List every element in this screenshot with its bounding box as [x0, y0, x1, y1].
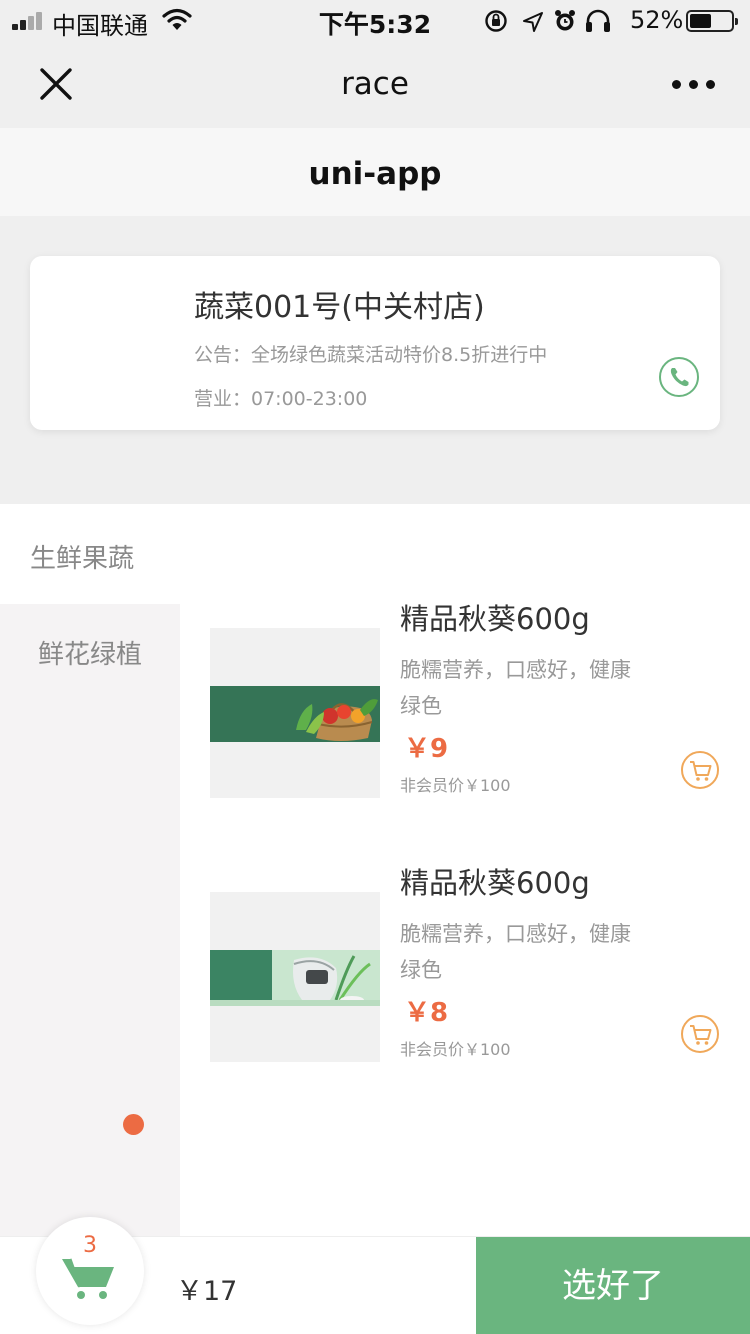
- promo-banner-appliance: [210, 950, 380, 1006]
- cart-icon: [62, 1258, 114, 1299]
- shop-notice: 公告：全场绿色蔬菜活动特价8.5折进行中: [194, 344, 548, 366]
- product-name: 精品秋葵600g: [400, 866, 590, 900]
- cart-button[interactable]: 3: [36, 1217, 144, 1325]
- product-price: ￥8: [404, 998, 449, 1028]
- product-description: 脆糯营养，口感好，健康绿色: [400, 922, 631, 982]
- category-badge-dot: [123, 1114, 144, 1135]
- more-icon[interactable]: [672, 80, 716, 90]
- checkout-bar: 3 ￥17 选好了: [0, 1217, 750, 1334]
- app-header: uni-app: [0, 128, 750, 216]
- add-to-cart-icon[interactable]: [680, 1014, 720, 1054]
- phone-icon[interactable]: [658, 356, 700, 398]
- shop-name: 蔬菜001号(中关村店): [194, 290, 485, 325]
- shop-hours: 营业：07:00-23:00: [194, 388, 368, 410]
- shop-card: 蔬菜001号(中关村店) 公告：全场绿色蔬菜活动特价8.5折进行中 营业：07:…: [30, 256, 720, 430]
- battery-icon: [686, 10, 738, 32]
- product-price: ￥9: [404, 734, 449, 764]
- product-list: 精品秋葵600g 脆糯营养，口感好，健康绿色 ￥9 非会员价￥100 精品秋葵6…: [180, 504, 750, 1236]
- battery-percent: 52%: [630, 6, 684, 34]
- location-icon: [523, 12, 543, 32]
- checkout-button[interactable]: 选好了: [476, 1237, 750, 1334]
- product-item[interactable]: 精品秋葵600g 脆糯营养，口感好，健康绿色 ￥9 非会员价￥100: [180, 504, 750, 798]
- nav-title: race: [341, 66, 409, 102]
- category-item-fresh-produce[interactable]: 生鲜果蔬: [0, 504, 180, 604]
- category-label: 生鲜果蔬: [30, 544, 135, 574]
- shop-area: 蔬菜001号(中关村店) 公告：全场绿色蔬菜活动特价8.5折进行中 营业：07:…: [0, 216, 750, 504]
- promo-banner-vegetables: [210, 686, 380, 742]
- alarm-icon: [555, 10, 575, 31]
- category-sidebar: 鲜花绿植: [0, 604, 180, 1236]
- cart-total: ￥17: [176, 1276, 238, 1307]
- category-item-flowers-plants[interactable]: 鲜花绿植: [0, 634, 180, 671]
- headphones-icon: [586, 9, 610, 32]
- product-description: 脆糯营养，口感好，健康绿色: [400, 658, 631, 718]
- product-image: [210, 892, 380, 1062]
- product-item[interactable]: 精品秋葵600g 脆糯营养，口感好，健康绿色 ￥8 非会员价￥100: [180, 768, 750, 1062]
- status-bar: 中国联通 下午5:32 52%: [0, 0, 750, 42]
- nav-bar: race: [0, 42, 750, 128]
- product-nonmember-price: 非会员价￥100: [400, 1040, 511, 1059]
- rotation-lock-icon: [485, 10, 507, 32]
- product-name: 精品秋葵600g: [400, 602, 590, 636]
- page-title: uni-app: [308, 156, 442, 192]
- status-icons: [485, 9, 610, 32]
